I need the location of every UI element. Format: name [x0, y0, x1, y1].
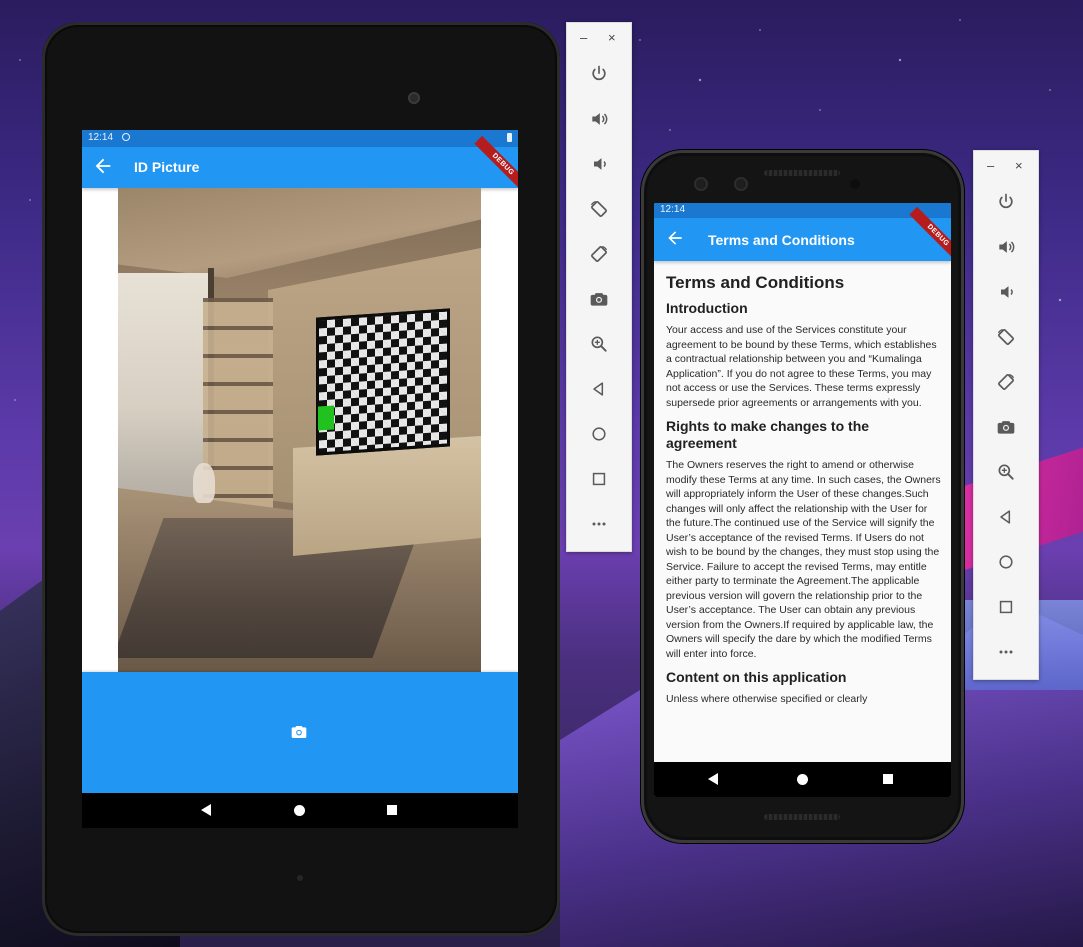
phone-front-camera	[694, 177, 708, 191]
tablet-app-bar: ID Picture DEBUG	[82, 135, 518, 194]
nav-overview-button[interactable]	[567, 461, 631, 497]
volume-down-icon	[594, 158, 606, 170]
nav-overview-icon	[592, 472, 606, 486]
power-icon	[592, 65, 606, 81]
close-button[interactable]: ×	[608, 31, 616, 44]
rotate-right-icon	[998, 373, 1015, 390]
nav-home-button[interactable]	[567, 416, 631, 452]
volume-down-icon	[1001, 286, 1013, 298]
tablet-emulator-toolbar: – ×	[566, 22, 632, 552]
phone-emulator-frame: 12:14 Terms and Conditions DEBUG Terms a…	[641, 150, 964, 843]
photo-cat	[193, 463, 215, 503]
nav-home-icon[interactable]	[294, 805, 305, 816]
rotate-left-button[interactable]	[567, 191, 631, 227]
nav-home-icon[interactable]	[797, 774, 808, 785]
section-body-content: Unless where otherwise specified or clea…	[666, 693, 868, 705]
more-options-icon	[999, 650, 1013, 654]
battery-icon	[507, 133, 512, 142]
power-button[interactable]	[567, 56, 631, 92]
minimize-button[interactable]: –	[580, 31, 587, 44]
phone-status-time: 12:14	[660, 204, 686, 215]
section-title-rights: Rights to make changes to the agreement	[666, 418, 870, 451]
tablet-emulator-frame: 12:14 ID Picture DEBUG	[42, 22, 560, 936]
notification-icon	[122, 133, 130, 141]
section-body-rights: The Owners reserves the right to amend o…	[666, 459, 941, 660]
nav-overview-button[interactable]	[974, 589, 1038, 625]
section-title-introduction: Introduction	[666, 300, 748, 316]
phone-screen: 12:14 Terms and Conditions DEBUG Terms a…	[654, 203, 951, 797]
volume-up-icon	[592, 113, 608, 125]
page-title: Terms and Conditions	[708, 232, 855, 248]
rotate-left-button[interactable]	[974, 319, 1038, 355]
phone-bottom-speaker	[764, 814, 840, 820]
rotate-left-icon	[997, 328, 1014, 345]
screenshot-camera-icon	[590, 293, 608, 306]
nav-back-icon	[1000, 510, 1011, 524]
photo-tv-checkerboard	[316, 308, 450, 456]
camera-icon	[291, 726, 307, 738]
photo-tv-green-marker	[318, 405, 334, 431]
screenshot-camera-button[interactable]	[567, 281, 631, 317]
zoom-button[interactable]	[974, 454, 1038, 490]
terms-heading: Terms and Conditions	[666, 273, 845, 292]
tablet-front-camera	[408, 92, 420, 104]
volume-up-button[interactable]	[567, 101, 631, 137]
terms-content: Terms and Conditions Introduction Your a…	[666, 273, 941, 707]
phone-sensor	[850, 179, 860, 189]
toolbar-header: – ×	[974, 151, 1038, 181]
power-button[interactable]	[974, 184, 1038, 220]
rotate-right-button[interactable]	[567, 236, 631, 272]
tablet-sensor	[297, 875, 303, 881]
phone-status-bar: 12:14	[654, 203, 951, 218]
desktop-wallpaper: 12:14 ID Picture DEBUG – × 12:14 Terms a…	[0, 0, 1083, 947]
minimize-button[interactable]: –	[987, 159, 994, 172]
arrow-back-icon[interactable]	[92, 155, 114, 177]
tablet-status-bar: 12:14	[82, 130, 518, 147]
tablet-navigation-bar	[82, 793, 518, 828]
more-options-button[interactable]	[974, 634, 1038, 670]
power-icon	[999, 193, 1013, 209]
more-options-button[interactable]	[567, 506, 631, 542]
phone-top-speaker	[764, 170, 840, 176]
nav-overview-icon[interactable]	[387, 805, 397, 815]
rotate-right-button[interactable]	[974, 364, 1038, 400]
section-body-introduction: Your access and use of the Services cons…	[666, 324, 937, 409]
capture-button[interactable]	[82, 672, 518, 793]
phone-navigation-bar	[654, 762, 951, 797]
nav-back-button[interactable]	[567, 371, 631, 407]
nav-back-icon[interactable]	[708, 773, 718, 785]
nav-back-button[interactable]	[974, 499, 1038, 535]
tablet-screen: 12:14 ID Picture DEBUG	[82, 130, 518, 828]
nav-overview-icon[interactable]	[883, 774, 893, 784]
toolbar-header: – ×	[567, 23, 631, 53]
tablet-status-time: 12:14	[88, 132, 114, 143]
arrow-back-icon[interactable]	[665, 228, 685, 248]
screenshot-camera-button[interactable]	[974, 409, 1038, 445]
nav-back-icon[interactable]	[201, 804, 211, 816]
screenshot-camera-icon	[997, 421, 1015, 434]
phone-app-bar: Terms and Conditions DEBUG	[654, 206, 951, 265]
rotate-left-icon	[590, 200, 607, 217]
volume-down-button[interactable]	[567, 146, 631, 182]
section-title-content: Content on this application	[666, 669, 847, 685]
nav-back-icon	[593, 382, 604, 396]
nav-overview-icon	[999, 600, 1013, 614]
nav-home-icon	[592, 427, 606, 441]
close-button[interactable]: ×	[1015, 159, 1023, 172]
zoom-icon	[591, 336, 607, 352]
nav-home-icon	[999, 555, 1013, 569]
phone-emulator-toolbar: – ×	[973, 150, 1039, 680]
volume-down-button[interactable]	[974, 274, 1038, 310]
zoom-icon	[998, 464, 1014, 480]
page-title: ID Picture	[134, 159, 200, 175]
phone-front-camera-secondary	[734, 177, 748, 191]
rotate-right-icon	[591, 245, 608, 262]
zoom-button[interactable]	[567, 326, 631, 362]
volume-up-icon	[999, 241, 1015, 253]
volume-up-button[interactable]	[974, 229, 1038, 265]
more-options-icon	[592, 522, 606, 526]
id-picture-preview	[118, 188, 481, 672]
nav-home-button[interactable]	[974, 544, 1038, 580]
